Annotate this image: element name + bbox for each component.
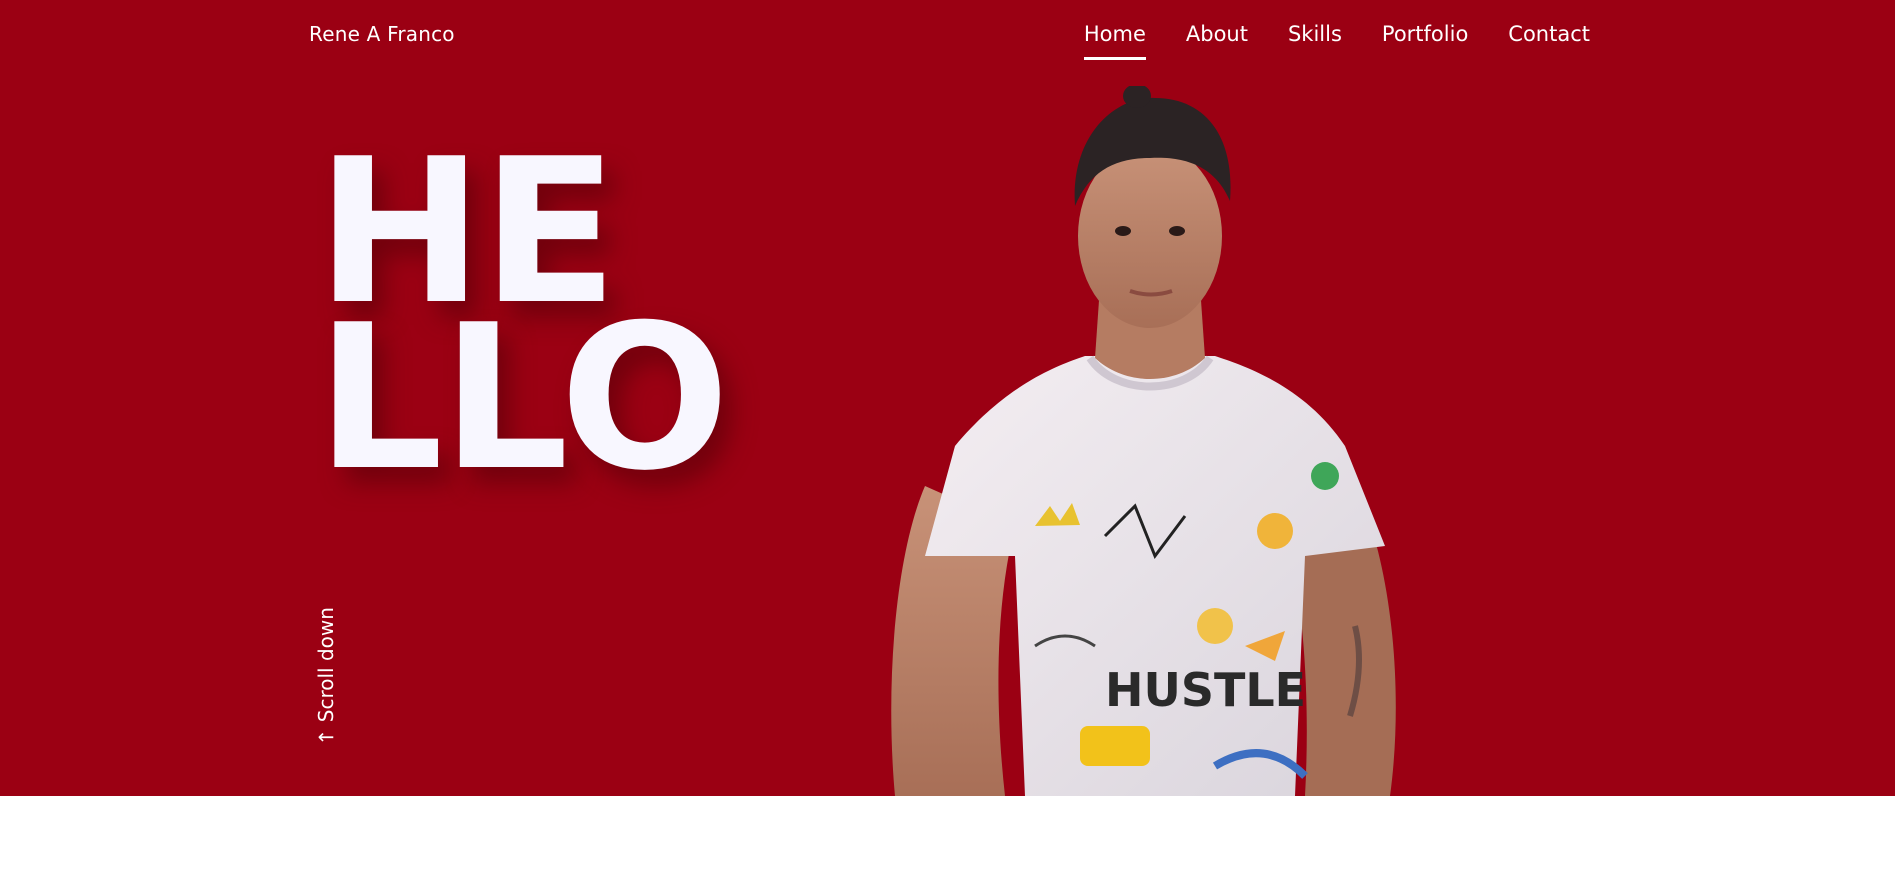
hero-heading: HE LLO: [316, 133, 730, 515]
nav-item-about[interactable]: About: [1186, 22, 1248, 46]
portrait-photo: HUSTLE: [891, 86, 1396, 796]
scroll-down-link[interactable]: ← Scroll down: [314, 607, 338, 749]
svg-text:HUSTLE: HUSTLE: [1105, 663, 1306, 717]
site-brand[interactable]: Rene A Franco: [309, 22, 455, 46]
nav-item-portfolio[interactable]: Portfolio: [1382, 22, 1468, 46]
next-section: [0, 796, 1895, 892]
nav-item-contact[interactable]: Contact: [1508, 22, 1590, 46]
nav-item-skills[interactable]: Skills: [1288, 22, 1342, 46]
hero-section: Rene A Franco Home About Skills Portfoli…: [0, 0, 1895, 796]
nav-item-home[interactable]: Home: [1083, 22, 1146, 60]
arrow-down-icon: ←: [317, 724, 335, 749]
scroll-down-label: Scroll down: [314, 607, 338, 723]
hero-heading-line-2: LLO: [316, 282, 730, 515]
main-nav: Home About Skills Portfolio Contact: [1083, 22, 1590, 60]
